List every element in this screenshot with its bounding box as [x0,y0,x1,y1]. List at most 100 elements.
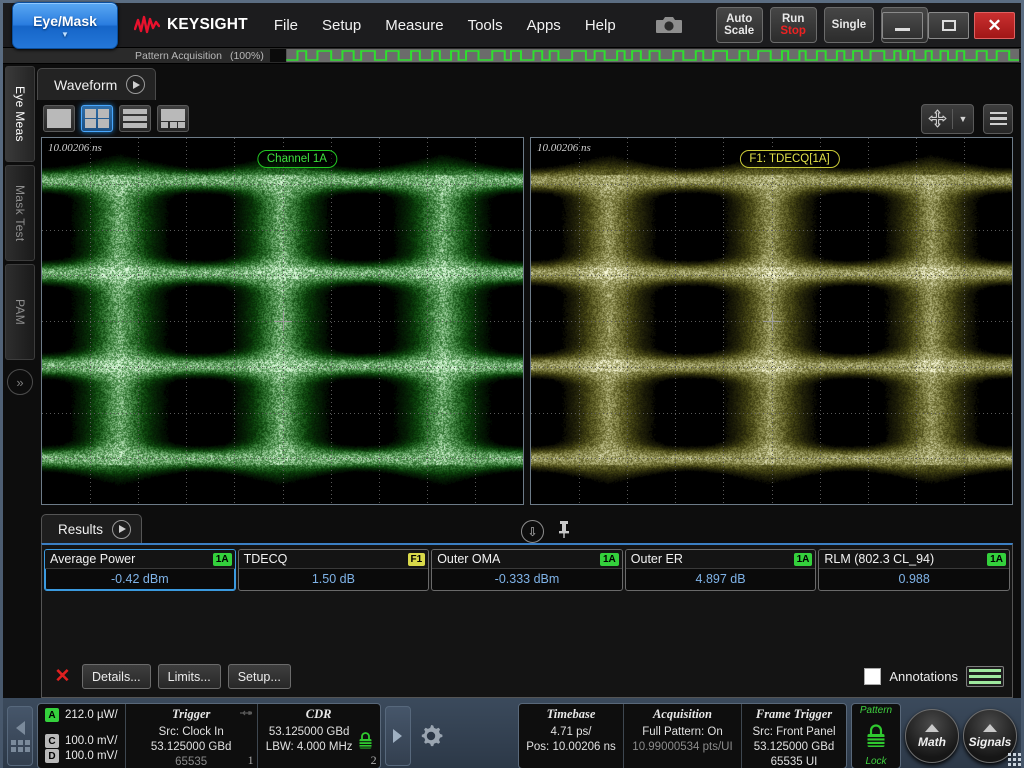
timebase-title: Timebase [526,707,616,722]
scope-source-label-f1[interactable]: F1: TDECQ[1A] [739,150,839,168]
timebase-pane[interactable]: Timebase 4.71 ps/ Pos: 10.00206 ns [519,704,624,768]
close-icon: ✕ [987,17,1001,34]
mode-select-eye-mask-button[interactable]: Eye/Mask ▼ [12,2,118,49]
single-button[interactable]: Single [824,7,875,43]
sidebar-item-eye-meas[interactable]: Eye Meas [5,66,35,162]
stop-label: Stop [780,25,806,37]
trigger-pattern-length: 65535 [133,755,250,768]
settings-gear-button[interactable] [415,720,447,752]
frame-trigger-source: Src: Front Panel [749,725,839,740]
maximize-button[interactable] [928,12,969,39]
scope-source-label-1a[interactable]: Channel 1A [257,150,337,168]
auto-scale-button[interactable]: Auto Scale [716,7,763,43]
annotations-checkbox[interactable] [864,668,881,685]
status-next-button[interactable] [385,706,411,766]
tab-waveform[interactable]: Waveform [37,68,156,100]
scope-tdecq-f1[interactable]: 10.00206 ns F1: TDECQ[1A] [530,137,1013,505]
menu-file[interactable]: File [262,13,310,38]
grid-dots-icon [11,740,30,752]
layout-single-button[interactable] [43,105,75,132]
scope-timestamp-1a: 10.00206 ns [48,142,102,154]
delete-measurement-button[interactable]: ✕ [50,664,75,689]
sidebar-item-pam[interactable]: PAM [5,264,35,360]
menu-setup[interactable]: Setup [310,13,373,38]
measurement-card[interactable]: Outer OMA1A-0.333 dBm [431,549,623,591]
measurement-name: RLM (802.3 CL_94) [824,552,934,566]
main-body: Eye Meas Mask Test PAM » Waveform [3,64,1021,698]
frame-trigger-pane[interactable]: Frame Trigger Src: Front Panel 53.125000… [742,704,846,768]
arrow-right-icon [393,729,402,743]
cdr-corner-index: 2 [371,753,377,768]
measurement-card[interactable]: TDECQF11.50 dB [238,549,430,591]
scope-channel-1a[interactable]: 10.00206 ns Channel 1A [41,137,524,505]
results-panel: Average Power1A-0.42 dBmTDECQF11.50 dBOu… [41,543,1013,698]
results-tab-strip: Results ⇩ [41,511,1013,543]
pin-icon[interactable] [558,520,570,543]
channel-row-a[interactable]: A 212.0 µW/ [45,708,118,722]
pattern-lock-indicator[interactable]: Pattern Lock [851,703,901,768]
limits-button[interactable]: Limits... [158,664,221,689]
menu-help[interactable]: Help [573,13,628,38]
run-label: Run [782,13,804,25]
measurement-card[interactable]: Outer ER1A4.897 dB [625,549,817,591]
setup-button[interactable]: Setup... [228,664,291,689]
waveform-menu-button[interactable] [983,104,1013,134]
status-prev-button[interactable] [7,706,33,766]
details-button[interactable]: Details... [82,664,151,689]
layout-quad-button[interactable] [81,105,113,132]
close-button[interactable]: ✕ [974,12,1015,39]
window-controls: ✕ [882,12,1015,39]
menu-apps[interactable]: Apps [515,13,573,38]
pan-mode-button[interactable]: ▼ [921,104,974,134]
annotations-list-icon[interactable] [966,666,1004,687]
hamburger-icon [990,112,1007,115]
signals-knob-label: Signals [969,735,1012,749]
layout-stacked-button[interactable] [119,105,151,132]
waveform-right-tools: ▼ [921,104,1013,134]
scope-timestamp-f1: 10.00206 ns [537,142,591,154]
pattern-acquisition-label: Pattern Acquisition [135,50,222,62]
trigger-source: Src: Clock In [133,725,250,740]
sidebar-label-mask-test: Mask Test [13,185,27,242]
tab-results[interactable]: Results [41,514,142,543]
acquisition-pane[interactable]: Acquisition Full Pattern: On 10.99000534… [624,704,742,768]
trigger-pane[interactable]: Trigger Src: Clock In 53.125000 GBd 6553… [126,704,258,768]
menu-tools[interactable]: Tools [456,13,515,38]
resize-grip[interactable] [1008,753,1021,766]
channel-row-d[interactable]: D 100.0 mV/ [45,749,118,763]
timebase-scale: 4.71 ps/ [526,725,616,740]
cdr-pane[interactable]: CDR 53.125000 GBd LBW: 4.000 MHz 2 [258,704,380,768]
pattern-acquisition-strip: Pattern Acquisition (100%) [3,48,1021,64]
waveform-play-icon[interactable] [126,75,145,94]
channel-row-c[interactable]: C 100.0 mV/ [45,734,118,748]
results-play-icon[interactable] [112,520,131,539]
measurement-header: TDECQF1 [239,550,429,569]
layout-mixed-button[interactable] [157,105,189,132]
sidebar-label-pam: PAM [13,299,27,325]
math-knob-button[interactable]: Math [905,709,959,763]
tab-results-label: Results [58,522,103,537]
minimize-button[interactable] [882,12,923,39]
sidebar-item-mask-test[interactable]: Mask Test [5,165,35,261]
measurement-card[interactable]: RLM (802.3 CL_94)1A0.988 [818,549,1010,591]
menu-measure[interactable]: Measure [373,13,455,38]
keysight-wordmark: KEYSIGHT [167,16,248,34]
measurement-card[interactable]: Average Power1A-0.42 dBm [44,549,236,591]
screenshot-camera-button[interactable] [650,12,688,38]
annotations-group: Annotations [864,666,1004,687]
sidebar-expand-icon[interactable]: » [7,369,33,395]
measurement-source-badge: F1 [408,553,426,566]
cdr-rate: 53.125000 GBd [265,725,354,740]
channel-badge-c: C [45,734,59,748]
gear-icon [417,722,445,750]
collapse-chevron-icon[interactable]: ⇩ [521,520,544,543]
chevron-down-icon: ▼ [953,114,973,124]
usb-icon [239,708,253,718]
keysight-logo: KEYSIGHT [134,15,248,35]
frame-trigger-length: 65535 UI [749,755,839,768]
results-footer: ✕ Details... Limits... Setup... Annotati… [42,658,1012,697]
channel-value-a: 212.0 µW/ [65,709,118,721]
run-stop-button[interactable]: Run Stop [770,7,817,43]
channel-settings-pane[interactable]: A 212.0 µW/ C 100.0 mV/ D 100.0 mV/ [38,704,126,768]
arrow-up-icon [925,724,939,732]
